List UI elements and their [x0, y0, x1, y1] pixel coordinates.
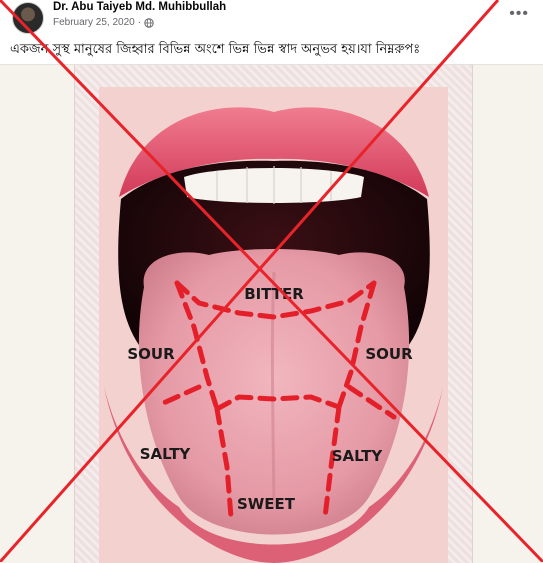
- tongue-photo: BITTER SOUR SOUR SALTY SALTY SWEET: [99, 87, 448, 563]
- globe-icon[interactable]: [144, 17, 154, 28]
- post-header: Dr. Abu Taiyeb Md. Muhibbullah February …: [0, 0, 543, 38]
- post-image[interactable]: BITTER SOUR SOUR SALTY SALTY SWEET: [0, 64, 543, 563]
- post-date[interactable]: February 25, 2020: [53, 17, 135, 28]
- post-text: একজন সুস্থ মানুষের জিহ্বার বিভিন্ন অংশে …: [10, 42, 421, 57]
- avatar[interactable]: [12, 2, 44, 34]
- label-sour-right: SOUR: [365, 345, 413, 363]
- label-salty-right: SALTY: [332, 447, 384, 465]
- more-options-icon[interactable]: •••: [509, 5, 529, 23]
- label-bitter: BITTER: [244, 285, 304, 303]
- label-sweet: SWEET: [237, 495, 296, 513]
- label-salty-left: SALTY: [140, 445, 192, 463]
- label-sour-left: SOUR: [127, 345, 175, 363]
- post-meta: February 25, 2020 ·: [53, 17, 154, 28]
- author-name[interactable]: Dr. Abu Taiyeb Md. Muhibbullah: [53, 1, 226, 13]
- meta-separator: ·: [137, 17, 142, 28]
- image-frame: BITTER SOUR SOUR SALTY SALTY SWEET: [74, 65, 473, 563]
